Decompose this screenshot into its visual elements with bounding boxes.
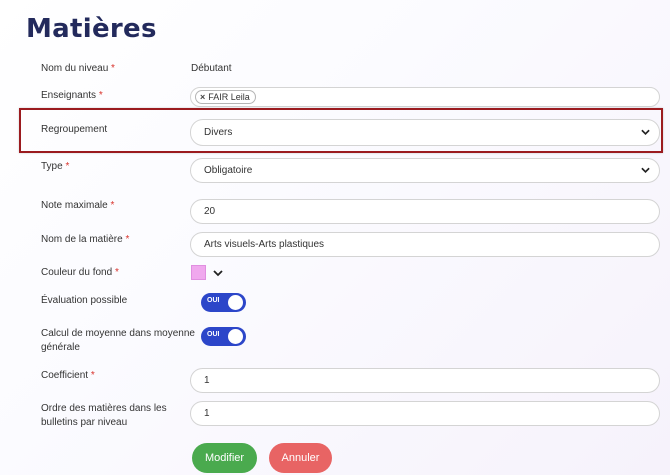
note-max-value: 20 (204, 206, 216, 217)
modifier-button[interactable]: Modifier (192, 443, 257, 473)
annuler-button[interactable]: Annuler (269, 443, 332, 473)
couleur-label: Couleur du fond * (41, 267, 119, 278)
close-icon[interactable]: × (200, 91, 205, 103)
coefficient-label: Coefficient * (41, 370, 95, 381)
evaluation-toggle[interactable]: OUI (201, 293, 246, 312)
coefficient-input[interactable]: 1 (190, 368, 660, 393)
ordre-label: Ordre des matières dans les bulletins pa… (41, 403, 167, 428)
type-value: Obligatoire (204, 165, 253, 176)
ordre-input[interactable]: 1 (190, 401, 660, 426)
note-max-label: Note maximale * (41, 200, 115, 211)
niveau-value: Débutant (191, 63, 232, 74)
regroupement-label: Regroupement (41, 124, 108, 135)
chevron-down-icon[interactable] (213, 270, 223, 277)
type-label: Type * (41, 161, 70, 172)
toggle-knob (228, 329, 243, 344)
page-title: Matières (26, 14, 157, 44)
type-select[interactable]: Obligatoire (190, 158, 660, 183)
calcul-toggle[interactable]: OUI (201, 327, 246, 346)
nom-matiere-label: Nom de la matière * (41, 234, 130, 245)
nom-matiere-input[interactable]: Arts visuels-Arts plastiques (190, 232, 660, 257)
enseignants-multiselect[interactable]: × FAIR Leila (190, 87, 660, 107)
note-max-input[interactable]: 20 (190, 199, 660, 224)
nom-matiere-value: Arts visuels-Arts plastiques (204, 239, 325, 250)
regroupement-value: Divers (204, 127, 233, 138)
ordre-value: 1 (204, 408, 210, 419)
enseignant-tag: × FAIR Leila (195, 90, 256, 104)
color-swatch[interactable] (191, 265, 206, 280)
regroupement-select[interactable]: Divers (190, 119, 660, 146)
evaluation-toggle-text: OUI (207, 297, 220, 304)
niveau-label: Nom du niveau * (41, 63, 115, 74)
enseignant-tag-label: FAIR Leila (208, 92, 250, 102)
evaluation-label: Évaluation possible (41, 295, 128, 306)
coefficient-value: 1 (204, 375, 210, 386)
calcul-label: Calcul de moyenne dans moyenne générale (41, 328, 195, 353)
toggle-knob (228, 295, 243, 310)
calcul-toggle-text: OUI (207, 331, 220, 338)
chevron-down-icon (641, 167, 650, 173)
enseignants-label: Enseignants * (41, 90, 103, 101)
chevron-down-icon (641, 129, 650, 135)
